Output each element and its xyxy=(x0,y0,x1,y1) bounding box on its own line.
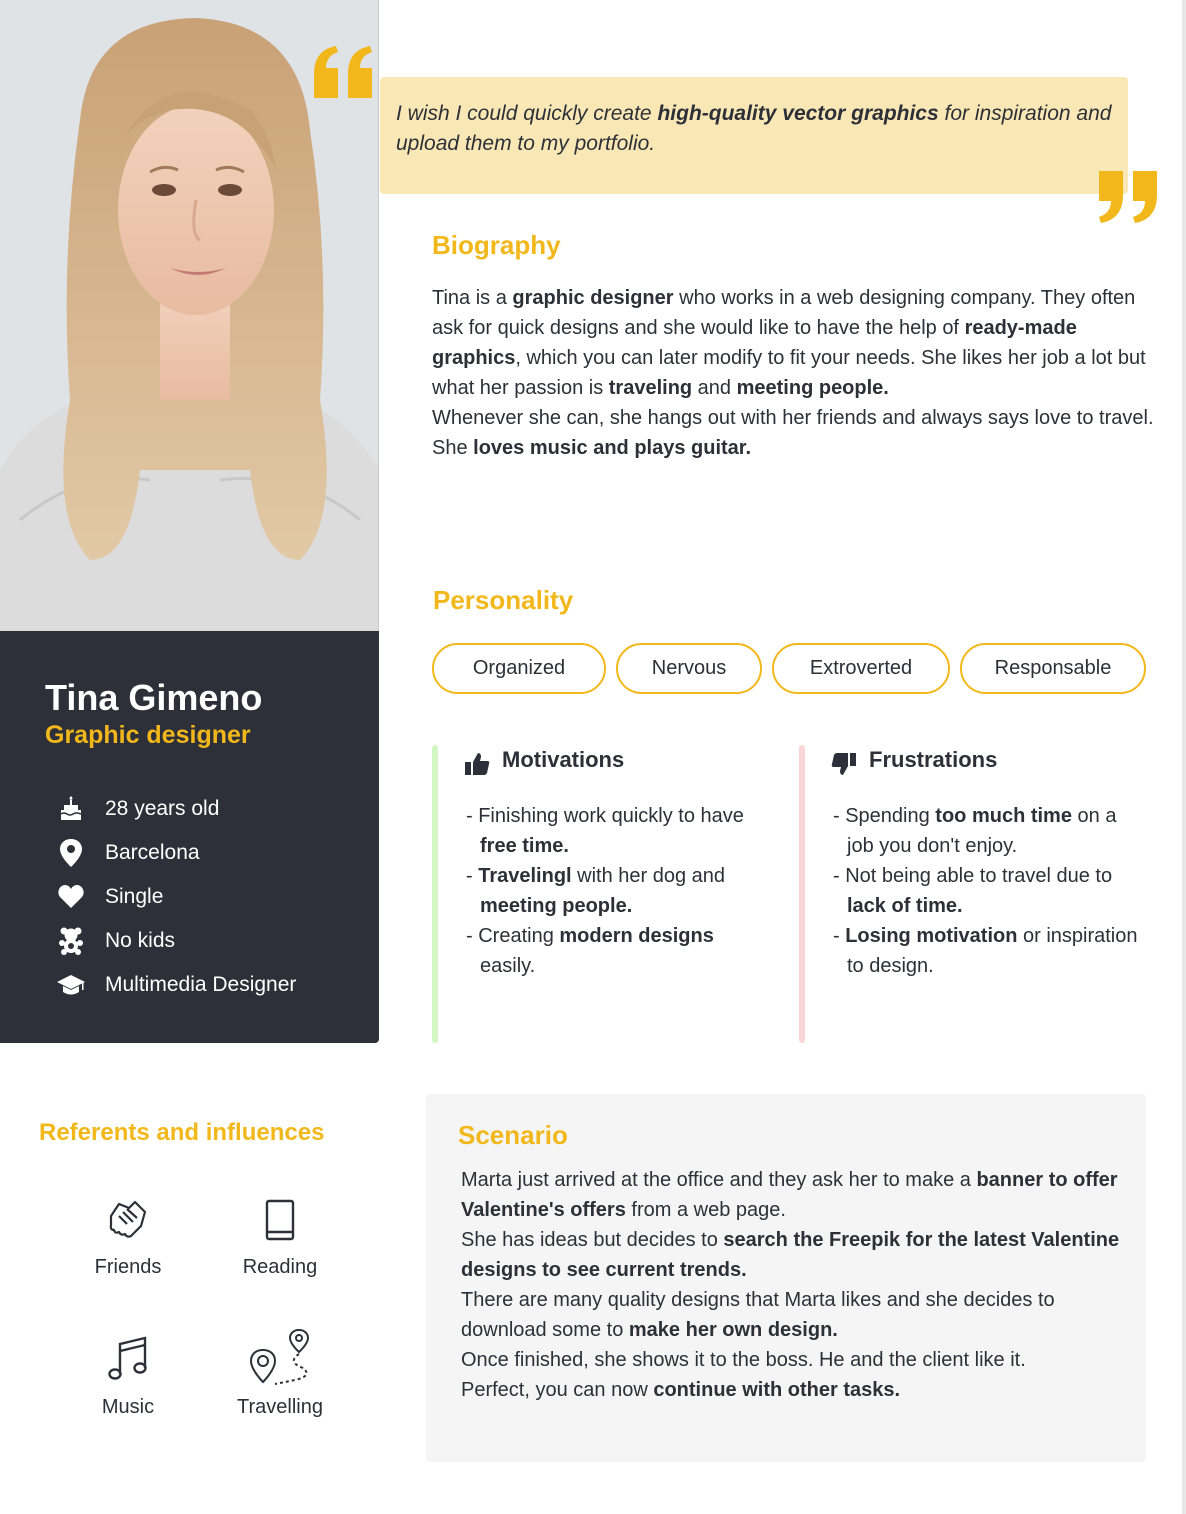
text-run: Marta just arrived at the office and the… xyxy=(461,1169,977,1191)
page-edge xyxy=(1182,0,1186,1514)
frustrations-bar xyxy=(799,745,805,1043)
scenario-heading: Scenario xyxy=(458,1120,568,1150)
text-run: - Finishing work quickly to have xyxy=(466,805,744,827)
text-highlight: lack of time. xyxy=(847,895,963,917)
referents-grid: Friends Reading Music Travelling xyxy=(55,1192,365,1452)
referent-label: Reading xyxy=(242,1256,318,1278)
handshake-icon xyxy=(55,1192,201,1246)
text-run: easily. xyxy=(480,955,536,977)
fact-status-label: Single xyxy=(105,885,164,908)
text-run: with her dog and xyxy=(571,865,726,887)
book-icon xyxy=(207,1192,353,1246)
text-run: She has ideas but decides to xyxy=(461,1229,724,1251)
frustrations-section: Frustrations - Spending too much time on… xyxy=(799,745,1159,1043)
thumbs-down-icon xyxy=(831,751,857,777)
travel-route-icon xyxy=(207,1328,353,1386)
text-highlight: graphic designer xyxy=(512,287,674,309)
text-run: - xyxy=(833,925,846,947)
quote-box: I wish I could quickly create high-quali… xyxy=(380,77,1128,194)
text-run: Once finished, she shows it to the boss.… xyxy=(461,1349,1026,1371)
text-highlight: meeting people. xyxy=(736,377,889,399)
location-pin-icon xyxy=(57,839,85,867)
motivation-item: - Finishing work quickly to have free ti… xyxy=(464,801,774,861)
text-run: Tina is a xyxy=(432,287,513,309)
text-highlight: make her own design. xyxy=(628,1319,838,1341)
text-highlight: continue with other tasks. xyxy=(653,1379,901,1401)
text-highlight: traveling xyxy=(608,377,693,399)
birthday-cake-icon xyxy=(57,795,85,823)
personality-traits: Organized Nervous Extroverted Responsabl… xyxy=(432,643,1146,694)
motivations-section: Motivations - Finishing work quickly to … xyxy=(432,745,792,1043)
persona-facts: 28 years old Barcelona Single No kids Mu… xyxy=(57,787,296,1007)
frustration-item: - Not being able to travel due to lack o… xyxy=(831,861,1141,921)
trait-pill: Responsable xyxy=(960,643,1146,694)
referent-travelling: Travelling xyxy=(207,1328,353,1419)
fact-location: Barcelona xyxy=(57,831,296,875)
text-run: - Spending xyxy=(833,805,936,827)
text-run: from a web page. xyxy=(625,1199,786,1221)
profile-panel: Tina Gimeno Graphic designer 28 years ol… xyxy=(0,631,379,1043)
referent-reading: Reading xyxy=(207,1192,353,1279)
fact-status: Single xyxy=(57,875,296,919)
fact-kids: No kids xyxy=(57,919,296,963)
fact-location-label: Barcelona xyxy=(105,841,200,864)
referent-friends: Friends xyxy=(55,1192,201,1279)
quote-text-highlight: high-quality vector graphics xyxy=(657,102,939,125)
quote-text: I wish I could quickly create high-quali… xyxy=(396,99,1112,159)
teddy-bear-icon xyxy=(57,927,85,955)
referent-label: Music xyxy=(101,1396,155,1418)
close-quote-icon xyxy=(1097,171,1159,230)
frustrations-heading: Frustrations xyxy=(869,747,998,772)
persona-name: Tina Gimeno xyxy=(45,677,263,718)
frustrations-list: - Spending too much time on a job you do… xyxy=(831,801,1141,981)
referent-music: Music xyxy=(55,1332,201,1419)
text-highlight: too much time xyxy=(935,805,1072,827)
frustration-item: - Losing motivation or inspiration to de… xyxy=(831,921,1141,981)
heart-icon xyxy=(57,883,85,911)
text-highlight: Travelingl xyxy=(478,865,572,887)
music-note-icon xyxy=(55,1332,201,1386)
persona-page: Tina Gimeno Graphic designer 28 years ol… xyxy=(0,0,1186,1514)
referents-heading: Referents and influences xyxy=(39,1119,325,1146)
fact-education-label: Multimedia Designer xyxy=(105,973,297,996)
fact-age: 28 years old xyxy=(57,787,296,831)
trait-pill: Extroverted xyxy=(772,643,950,694)
motivation-item: - Creating modern designs easily. xyxy=(464,921,774,981)
text-run: Perfect, you can now xyxy=(461,1379,654,1401)
personality-heading: Personality xyxy=(433,585,574,615)
trait-pill: Organized xyxy=(432,643,606,694)
referent-label: Friends xyxy=(94,1256,162,1278)
text-highlight: free time. xyxy=(480,835,569,857)
text-run: - xyxy=(466,865,479,887)
text-highlight: modern designs xyxy=(559,925,714,947)
trait-pill: Nervous xyxy=(616,643,762,694)
text-run: - Not being able to travel due to xyxy=(833,865,1113,887)
motivations-heading: Motivations xyxy=(502,747,625,772)
scenario-text: Marta just arrived at the office and the… xyxy=(461,1165,1131,1405)
text-highlight: Losing motivation xyxy=(845,925,1018,947)
motivation-item: - Travelingl with her dog and meeting pe… xyxy=(464,861,774,921)
open-quote-icon xyxy=(312,44,374,103)
thumbs-up-icon xyxy=(464,751,490,777)
referent-label: Travelling xyxy=(237,1396,323,1418)
graduation-cap-icon xyxy=(57,971,85,999)
biography-text: Tina is a graphic designer who works in … xyxy=(432,283,1162,463)
fact-kids-label: No kids xyxy=(105,929,176,952)
text-run: - Creating xyxy=(466,925,560,947)
biography-heading: Biography xyxy=(432,230,561,260)
persona-role: Graphic designer xyxy=(45,721,251,749)
text-highlight: loves music and plays guitar. xyxy=(473,437,752,459)
frustration-item: - Spending too much time on a job you do… xyxy=(831,801,1141,861)
motivations-list: - Finishing work quickly to have free ti… xyxy=(464,801,774,981)
fact-education: Multimedia Designer xyxy=(57,963,296,1007)
scenario-section: Scenario Marta just arrived at the offic… xyxy=(426,1094,1146,1462)
text-highlight: meeting people. xyxy=(480,895,633,917)
motivations-bar xyxy=(432,745,438,1043)
quote-text-part: I wish I could quickly create xyxy=(396,102,658,125)
text-run: and xyxy=(692,377,737,399)
fact-age-label: 28 years old xyxy=(105,797,220,820)
